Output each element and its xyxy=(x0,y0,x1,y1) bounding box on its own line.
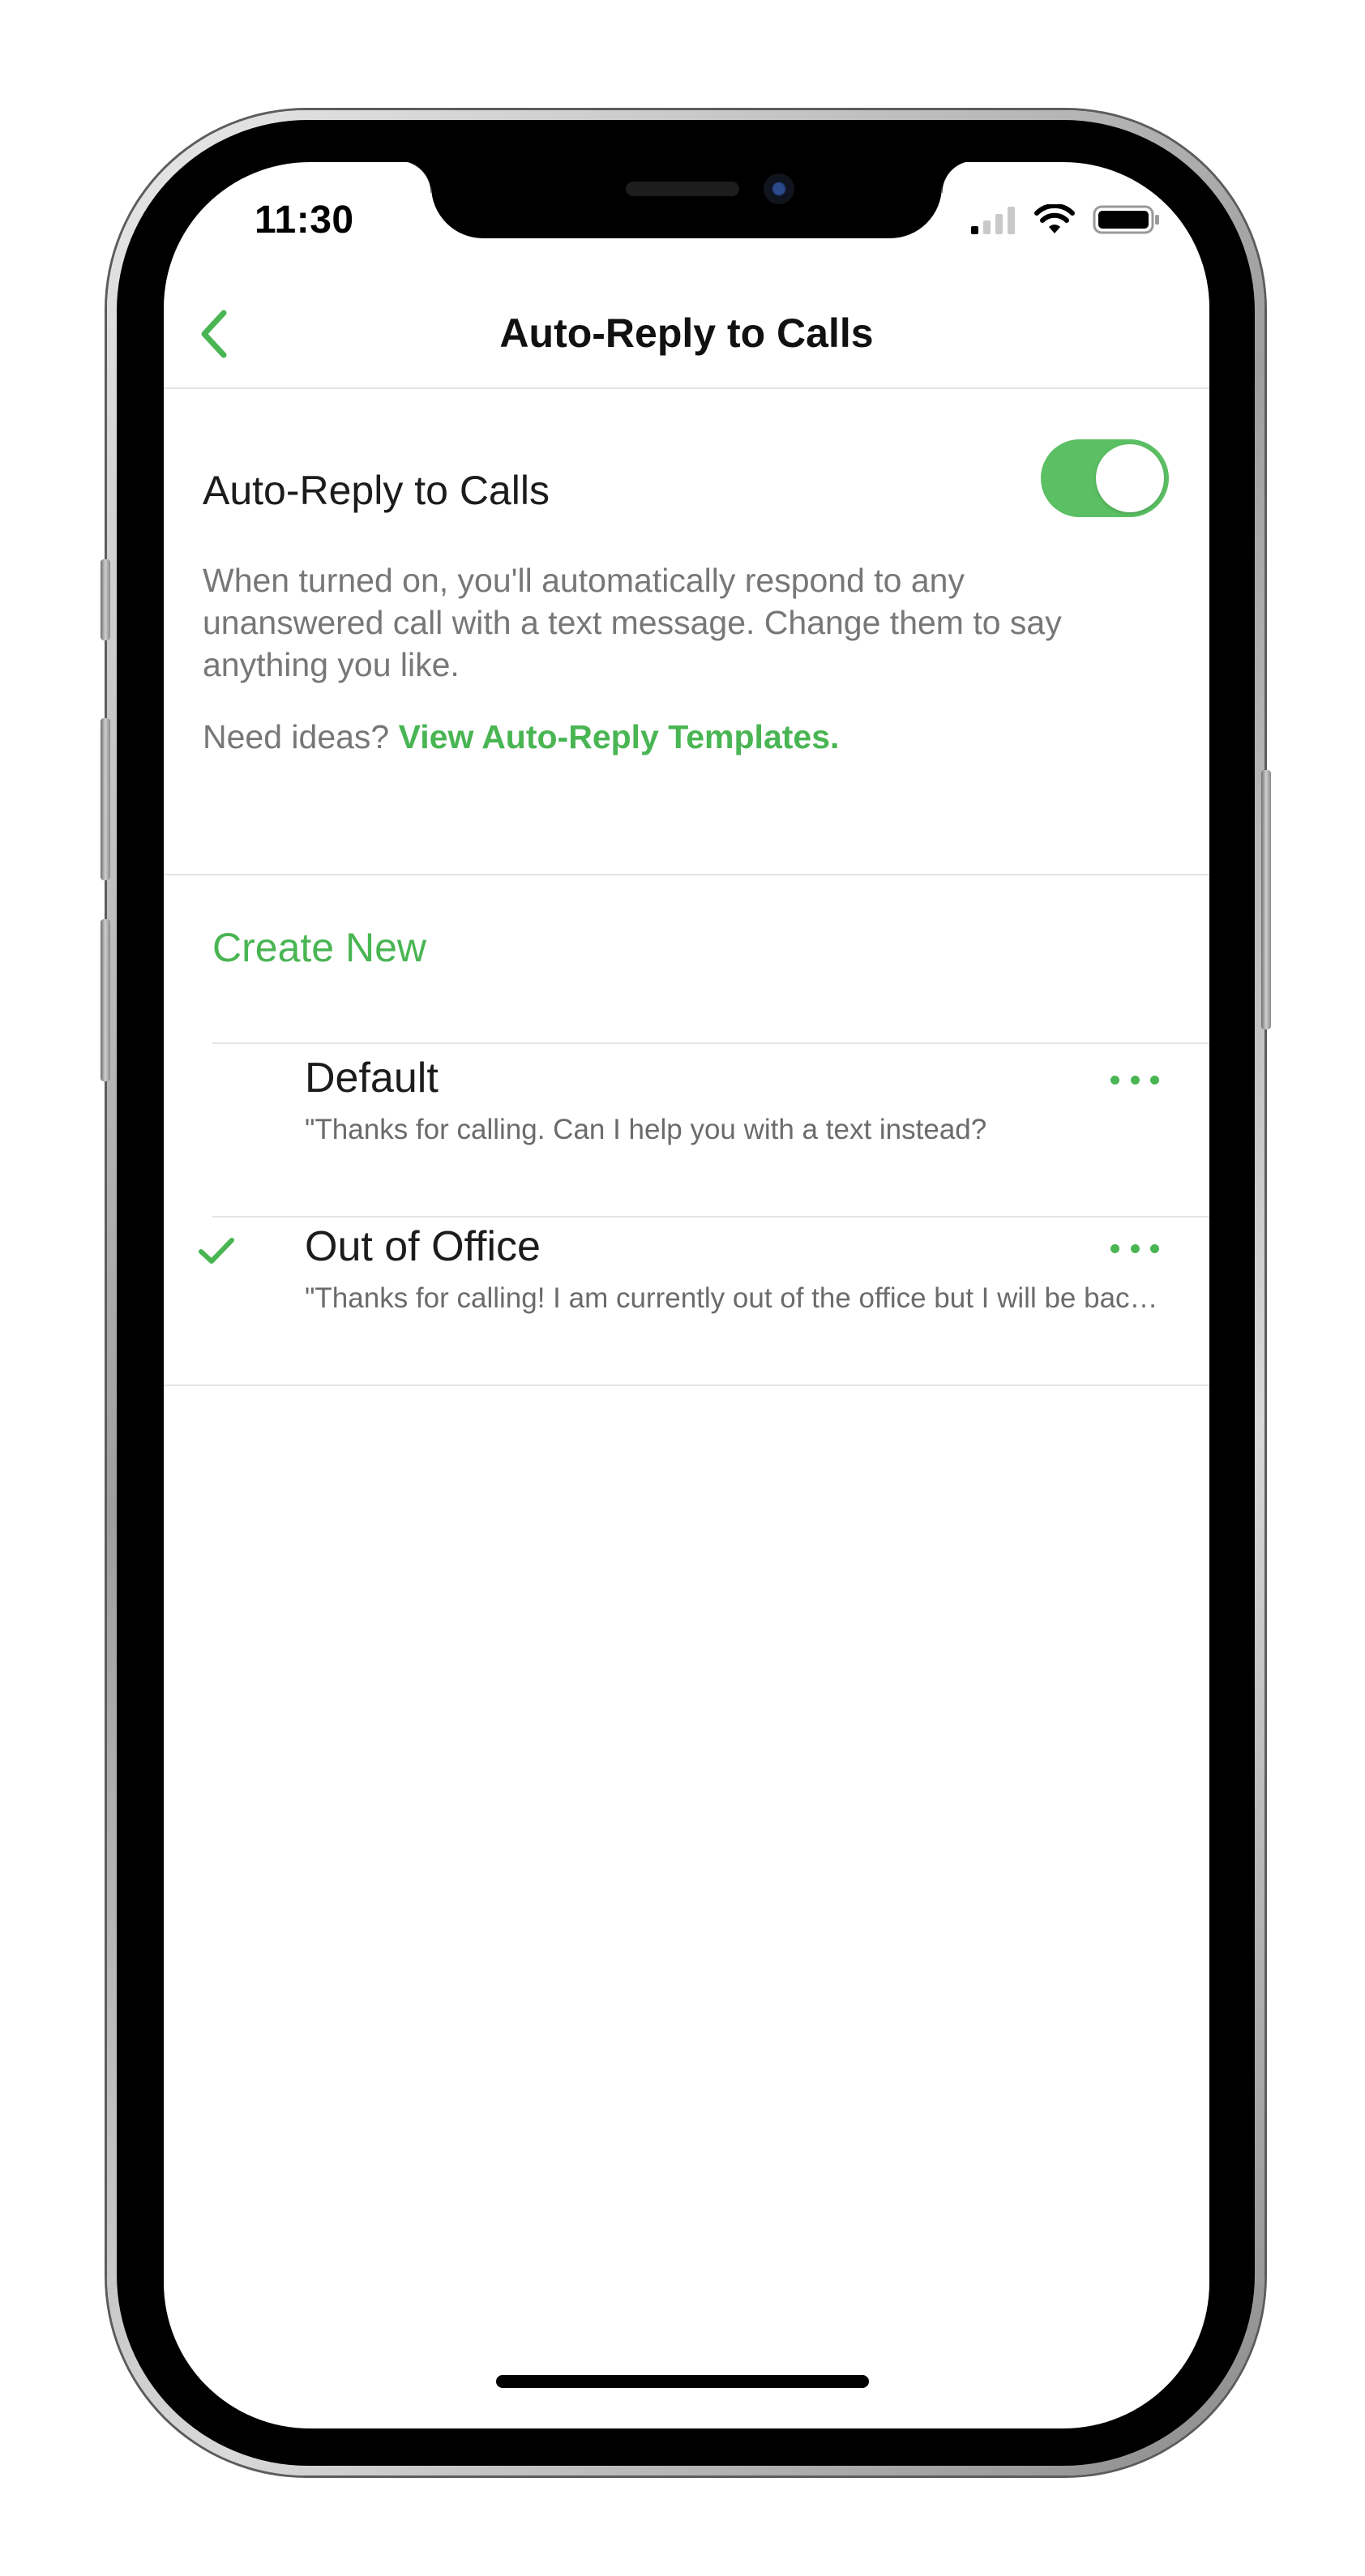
list-divider xyxy=(212,1042,1209,1044)
volume-down-button xyxy=(101,919,110,1081)
screen: 11:30 Auto-Reply to Calls Auto-Reply to … xyxy=(164,162,1209,2428)
reply-message: "Thanks for calling. Can I help you with… xyxy=(305,1114,987,1145)
page-title: Auto-Reply to Calls xyxy=(499,310,874,356)
more-dot-icon xyxy=(1130,1243,1140,1253)
power-button xyxy=(1261,770,1271,1029)
status-time: 11:30 xyxy=(255,199,354,242)
reply-message: "Thanks for calling! I am currently out … xyxy=(305,1282,1172,1314)
status-icons xyxy=(971,204,1161,235)
notch xyxy=(399,162,974,238)
list-bottom-divider xyxy=(164,1384,1209,1386)
wifi-icon xyxy=(1034,204,1075,233)
more-dot-icon xyxy=(1150,1075,1159,1085)
home-indicator[interactable] xyxy=(496,2375,869,2388)
more-dot-icon xyxy=(1150,1243,1159,1253)
auto-reply-toggle[interactable] xyxy=(1041,439,1169,517)
more-dot-icon xyxy=(1130,1075,1140,1085)
more-options-button[interactable] xyxy=(1110,1063,1159,1096)
more-dot-icon xyxy=(1110,1243,1119,1253)
toggle-knob xyxy=(1096,444,1164,512)
more-dot-icon xyxy=(1110,1075,1119,1085)
reply-title: Out of Office xyxy=(305,1223,541,1270)
front-camera xyxy=(764,173,794,204)
section-divider xyxy=(164,874,1209,875)
signal-icon xyxy=(971,207,1015,234)
ideas-prefix: Need ideas? xyxy=(203,718,390,755)
more-options-button[interactable] xyxy=(1110,1232,1159,1264)
speaker-grille xyxy=(626,182,739,196)
list-divider xyxy=(212,1216,1209,1217)
volume-up-button xyxy=(101,718,110,880)
battery-icon xyxy=(1093,205,1159,234)
auto-reply-description: When turned on, you'll automatically res… xyxy=(203,562,1062,683)
checkmark-icon xyxy=(199,1238,234,1264)
ideas-line: Need ideas? View Auto-Reply Templates. xyxy=(203,718,839,756)
create-new-button[interactable]: Create New xyxy=(212,924,426,971)
reply-title: Default xyxy=(305,1055,439,1102)
auto-reply-label: Auto-Reply to Calls xyxy=(203,468,550,513)
view-templates-link[interactable]: View Auto-Reply Templates. xyxy=(399,718,840,755)
mute-switch xyxy=(101,559,110,640)
navigation-bar: Auto-Reply to Calls xyxy=(164,284,1209,389)
